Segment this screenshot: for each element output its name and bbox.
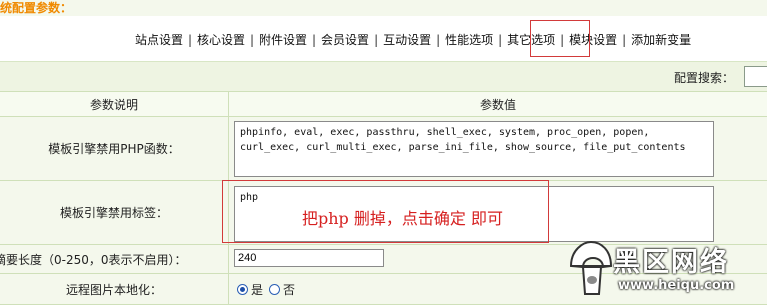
radio-yes[interactable]: 是 [237, 281, 263, 298]
tab-site-settings[interactable]: 站点设置 [130, 31, 188, 48]
search-label: 配置搜索： [674, 71, 735, 85]
tab-core-settings[interactable]: 核心设置 [192, 31, 250, 48]
watermark: 黑区网络 www.heiqu.com [565, 237, 767, 301]
annotation-text: 把php 删掉，点击确定 即可 [302, 209, 503, 228]
watermark-title: 黑区网络 [613, 247, 729, 278]
title-bar: 统配置参数： [0, 0, 767, 16]
radio-no-label: 否 [283, 282, 296, 297]
table-row: 模板引擎禁用PHP函数： phpinfo, eval, exec, passth… [0, 117, 767, 181]
radio-checked-icon [237, 283, 248, 295]
row-label: 摘要长度（0-250，0表示不启用）： [0, 245, 229, 273]
radio-no[interactable]: 否 [269, 281, 295, 298]
tab-add-variable[interactable]: 添加新变量 [626, 31, 696, 48]
settings-tabs: 站点设置 | 核心设置 | 附件设置 | 会员设置 | 互动设置 | 性能选项 | 其它选项 | 模块设置 |… [130, 31, 696, 47]
row-value-cell: phpinfo, eval, exec, passthru, shell_exe… [229, 117, 767, 180]
page-title: 统配置参数： [0, 1, 73, 15]
tab-performance-options[interactable]: 性能选项 [440, 31, 498, 48]
header-param: 参数说明 [0, 92, 229, 116]
tab-member-settings[interactable]: 会员设置 [316, 31, 374, 48]
mushroom-logo-icon [569, 240, 613, 295]
summary-length-input[interactable] [234, 249, 384, 267]
radio-yes-label: 是 [251, 282, 264, 297]
tab-interaction-settings[interactable]: 互动设置 [378, 31, 436, 48]
disabled-functions-textarea[interactable]: phpinfo, eval, exec, passthru, shell_exe… [234, 121, 714, 177]
row-label: 远程图片本地化： [0, 274, 229, 304]
header-value: 参数值 [479, 97, 516, 112]
row-label: 模板引擎禁用标签： [0, 181, 229, 244]
row-label: 模板引擎禁用PHP函数： [0, 117, 229, 180]
tab-highlight-box [530, 20, 590, 57]
radio-unchecked-icon [269, 283, 281, 295]
watermark-url: www.heiqu.com [618, 278, 735, 293]
search-input[interactable] [744, 66, 767, 87]
search-row: 配置搜索： [0, 61, 767, 92]
tab-attachment-settings[interactable]: 附件设置 [254, 31, 312, 48]
summary-length-label: 摘要长度（0-250，0表示不启用）： [0, 252, 187, 267]
table-header: 参数说明 参数值 [0, 92, 767, 117]
